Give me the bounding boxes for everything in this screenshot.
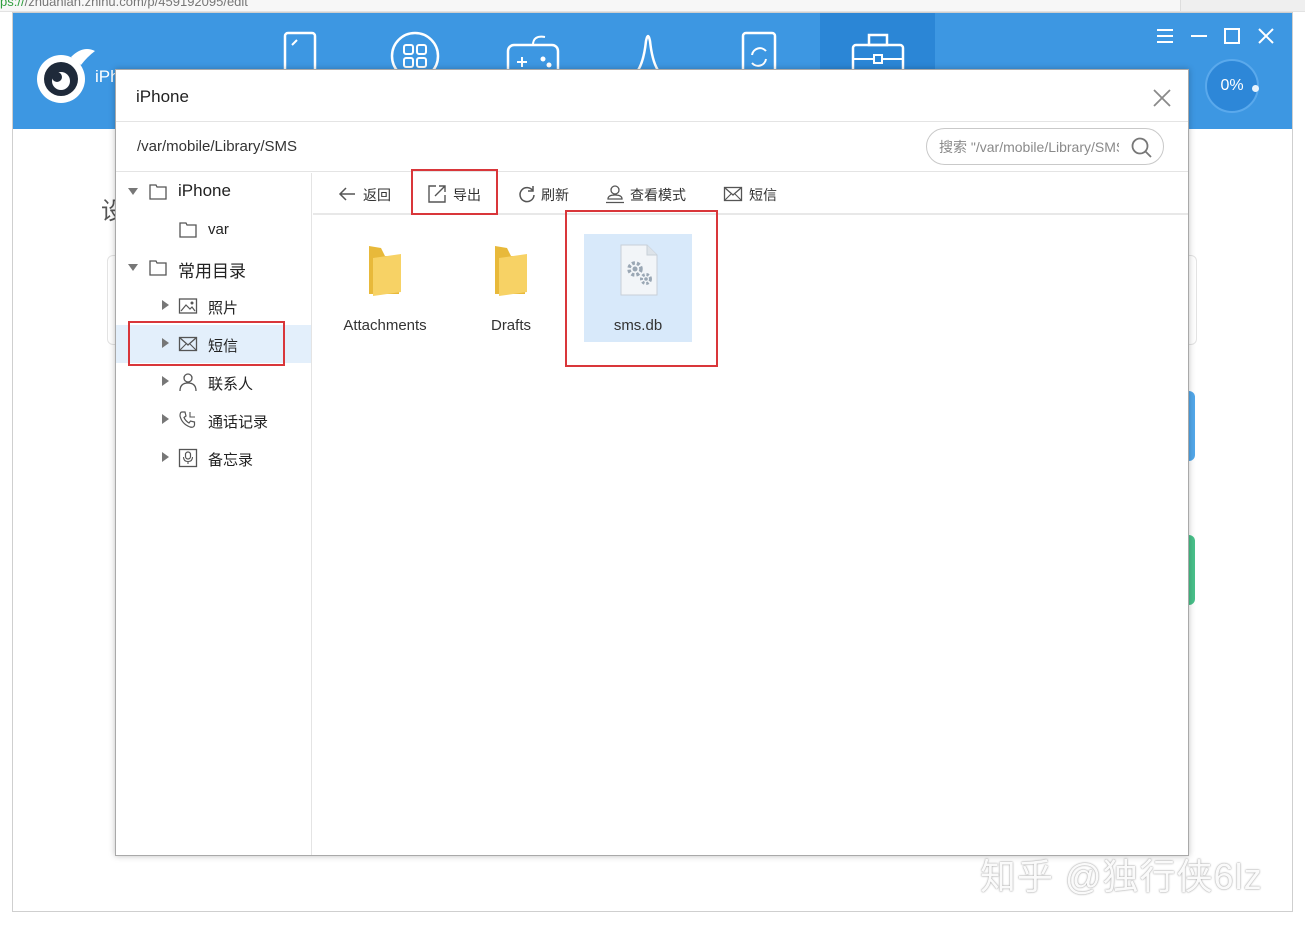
expand-arrow-icon[interactable]: [162, 376, 169, 386]
back-button[interactable]: 返回: [337, 182, 397, 206]
tree-item-call-log[interactable]: 通话记录: [116, 401, 311, 439]
tree-item-sms[interactable]: 短信: [116, 325, 311, 363]
file-name: Attachments: [343, 317, 427, 334]
expand-arrow-icon[interactable]: [162, 300, 169, 310]
browser-tab-stub[interactable]: [1180, 0, 1305, 11]
file-toolbar: 返回 导出 刷新 查看模式 短信: [313, 173, 1188, 215]
file-grid: Attachments Drafts sms.db: [313, 217, 1188, 855]
browser-url[interactable]: ps:///zhuanlan.zhihu.com/p/459192095/edi…: [0, 0, 248, 9]
current-path: /var/mobile/Library/SMS: [137, 138, 298, 155]
maximize-icon[interactable]: [1221, 25, 1243, 47]
mail-icon: [723, 186, 743, 202]
download-progress[interactable]: 0%: [1205, 59, 1259, 113]
back-button-label: 返回: [363, 187, 391, 203]
expand-arrow-icon[interactable]: [162, 338, 169, 348]
tree-item-photos[interactable]: 照片: [116, 287, 311, 325]
person-icon: [179, 373, 197, 392]
dialog-titlebar: iPhone: [116, 70, 1188, 122]
file-item-sms-db[interactable]: sms.db: [584, 234, 692, 342]
photo-icon: [178, 298, 198, 314]
search-icon[interactable]: [1130, 136, 1154, 160]
minimize-icon[interactable]: [1188, 25, 1210, 47]
tree-item-label: 照片: [208, 300, 239, 317]
tree-item-contacts[interactable]: 联系人: [116, 363, 311, 401]
refresh-icon: [519, 186, 535, 203]
dialog-close-icon[interactable]: [1150, 86, 1174, 110]
tree-item-label: iPhone: [178, 181, 231, 200]
tree-item-label: 通话记录: [208, 414, 269, 431]
tree-item-label: 联系人: [208, 376, 254, 393]
progress-dot: [1252, 85, 1259, 92]
folder-icon: [369, 246, 401, 296]
tree-item-iphone[interactable]: iPhone: [116, 173, 311, 211]
tree-item-label: var: [208, 221, 229, 238]
path-bar: /var/mobile/Library/SMS: [116, 122, 1188, 172]
menu-icon[interactable]: [1154, 25, 1176, 47]
tree-item-label: 备忘录: [208, 452, 254, 469]
voice-memo-icon: [178, 448, 198, 468]
file-manager-dialog: iPhone /var/mobile/Library/SMS iPhone va…: [115, 69, 1189, 856]
dialog-title: iPhone: [136, 87, 189, 106]
view-mode-icon: [606, 185, 624, 204]
folder-outline-icon: [149, 260, 167, 276]
app-logo-icon: [37, 49, 95, 103]
expand-arrow-icon[interactable]: [162, 452, 169, 462]
tree-item-label: 常用目录: [178, 262, 246, 281]
database-file-icon: [620, 244, 658, 296]
tree-item-notes[interactable]: 备忘录: [116, 439, 311, 477]
tree-item-var[interactable]: var: [116, 211, 311, 249]
folder-outline-icon: [149, 184, 167, 200]
export-icon: [428, 185, 446, 203]
folder-outline-icon: [179, 222, 197, 238]
tree-item-common-dirs[interactable]: 常用目录: [116, 249, 311, 287]
browser-address-strip: ps:///zhuanlan.zhihu.com/p/459192095/edi…: [0, 0, 1305, 12]
sms-button-label: 短信: [749, 187, 777, 203]
sms-button[interactable]: 短信: [723, 182, 783, 206]
tree-item-label: 短信: [208, 338, 239, 355]
back-arrow-icon: [338, 187, 355, 201]
file-item-attachments[interactable]: Attachments: [331, 234, 439, 342]
refresh-button[interactable]: 刷新: [517, 182, 577, 206]
refresh-button-label: 刷新: [541, 187, 569, 203]
search-input[interactable]: [939, 136, 1119, 158]
view-mode-button[interactable]: 查看模式: [605, 182, 693, 206]
search-box: [926, 128, 1164, 165]
url-scheme: ps://: [0, 0, 25, 9]
collapse-arrow-icon[interactable]: [128, 264, 138, 271]
expand-arrow-icon[interactable]: [162, 414, 169, 424]
view-mode-button-label: 查看模式: [630, 187, 686, 203]
close-window-icon[interactable]: [1255, 25, 1277, 47]
folder-icon: [495, 246, 527, 296]
collapse-arrow-icon[interactable]: [128, 188, 138, 195]
file-name: sms.db: [613, 317, 663, 334]
export-button[interactable]: 导出: [427, 182, 489, 206]
mail-icon: [178, 336, 198, 352]
directory-tree: iPhone var 常用目录 照片 短信 联系人 通话记录 备忘录: [116, 173, 312, 855]
url-path: /zhuanlan.zhihu.com/p/459192095/edit: [24, 0, 248, 9]
export-button-label: 导出: [453, 187, 481, 203]
file-name: Drafts: [490, 317, 531, 334]
watermark: 知乎 @独行侠6lz: [980, 856, 1263, 897]
phone-call-icon: [179, 411, 196, 428]
file-item-drafts[interactable]: Drafts: [457, 234, 565, 342]
